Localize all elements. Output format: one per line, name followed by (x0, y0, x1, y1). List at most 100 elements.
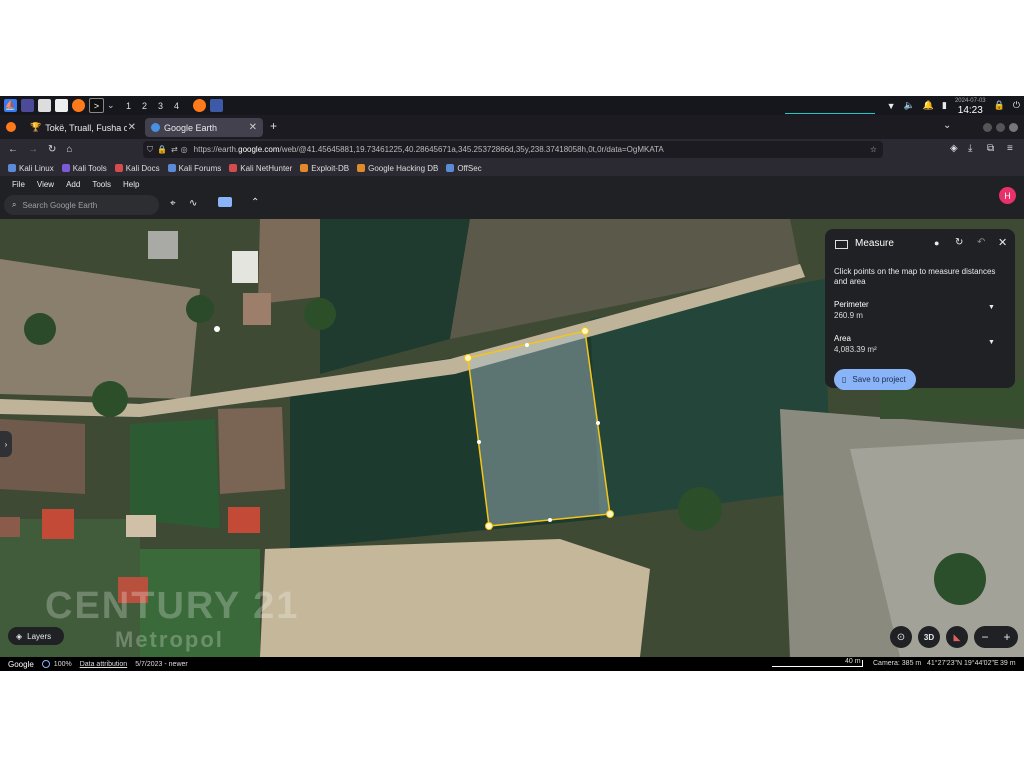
compass-icon: ◣ (953, 631, 961, 642)
firefox-view-icon[interactable] (6, 122, 16, 132)
perimeter-value: 260.9 m (834, 311, 863, 320)
kali-icon (8, 164, 16, 172)
home-icon[interactable]: ⌂ (66, 144, 72, 155)
volume-icon[interactable]: 🔈 (904, 100, 915, 111)
tab-listing[interactable]: 🏆 Tokë, Truall, Fusha dhe F ✕ (24, 118, 142, 137)
location-permission-icon[interactable]: ◎ (181, 145, 188, 154)
bookmark-kali-tools[interactable]: Kali Tools (61, 164, 107, 173)
close-tab-icon[interactable]: ✕ (128, 122, 136, 133)
bookmark-kali-docs[interactable]: Kali Docs (114, 164, 160, 173)
desktop-icon[interactable] (21, 99, 34, 112)
tab-google-earth[interactable]: Google Earth ✕ (145, 118, 263, 137)
new-tab-icon[interactable]: + (270, 119, 277, 133)
menu-file[interactable]: File (12, 180, 25, 189)
lock-icon[interactable]: 🔒 (994, 100, 1005, 111)
save-to-project-button[interactable]: ▯ Save to project (834, 369, 916, 390)
polygon-vertex[interactable] (606, 510, 614, 518)
lock-icon[interactable]: 🔒 (157, 145, 167, 154)
collapse-toolbar-icon[interactable]: ⌃ (251, 197, 259, 208)
zoom-in-icon[interactable]: + (1003, 630, 1010, 644)
clock[interactable]: 2024-07-03 14:23 (955, 97, 986, 116)
chevron-down-icon[interactable]: ⌄ (107, 100, 115, 111)
app-menu-bar: File View Add Tools Help (0, 176, 1024, 193)
extensions-icon[interactable]: ⧉ (987, 143, 994, 154)
file-manager-icon[interactable] (38, 99, 51, 112)
terminal-icon[interactable]: > (89, 98, 104, 113)
measure-tool-icon[interactable] (218, 197, 232, 207)
bookmark-label: Kali Forums (178, 163, 222, 173)
data-attribution-link[interactable]: Data attribution (80, 661, 127, 668)
polygon-vertex[interactable] (581, 327, 589, 335)
avatar[interactable]: H (999, 187, 1016, 204)
bookmark-offsec[interactable]: OffSec (446, 164, 482, 173)
maximize-window-icon[interactable] (996, 123, 1005, 132)
locate-button[interactable]: ⊙ (890, 626, 912, 648)
area-unit-dropdown-icon[interactable]: ▼ (988, 339, 995, 346)
shield-icon[interactable]: ⛉ (147, 145, 153, 155)
forward-icon[interactable]: → (28, 144, 38, 155)
wifi-icon[interactable]: ▼ (887, 101, 896, 111)
map-marker[interactable] (214, 326, 220, 332)
reset-icon[interactable]: ↻ (955, 237, 963, 248)
offsec-icon (446, 164, 455, 172)
workspace-1[interactable]: 1 (121, 101, 137, 111)
url-bar[interactable]: ⛉ 🔒 ⇄ ◎ https://earth.google.com/web/@41… (143, 141, 883, 158)
imagery-date: 5/7/2023 - newer (135, 660, 188, 668)
workspace-3[interactable]: 3 (153, 101, 169, 111)
view-3d-button[interactable]: 3D (918, 626, 940, 648)
polygon-midpoint[interactable] (525, 343, 529, 347)
bookmark-exploit-db[interactable]: Exploit-DB (300, 164, 349, 173)
workspace-4[interactable]: 4 (169, 101, 185, 111)
reload-icon[interactable]: ↻ (48, 144, 56, 155)
permissions-icon[interactable]: ⇄ (171, 145, 178, 154)
bookmark-icon: ▯ (842, 375, 847, 384)
kali-menu-icon[interactable]: ⛵ (4, 99, 17, 112)
polygon-vertex[interactable] (464, 354, 472, 362)
compass-button[interactable]: ◣ (946, 626, 968, 648)
satellite-map[interactable]: CENTURY 21 Metropol › Measure ● ↻ ↶ ✕ Cl… (0, 219, 1024, 657)
list-tabs-icon[interactable]: ⌄ (943, 120, 951, 131)
text-editor-icon[interactable] (55, 99, 68, 112)
polygon-vertex[interactable] (485, 522, 493, 530)
add-path-icon[interactable]: ∿ (189, 198, 197, 209)
menu-help[interactable]: Help (123, 180, 139, 189)
polygon-midpoint[interactable] (477, 440, 481, 444)
bookmark-star-icon[interactable]: ☆ (870, 145, 877, 154)
app-menu-icon[interactable]: ≡ (1007, 143, 1013, 154)
bookmark-kali-nethunter[interactable]: Kali NetHunter (229, 164, 292, 173)
menu-add[interactable]: Add (66, 180, 80, 189)
close-tab-icon[interactable]: ✕ (249, 122, 257, 133)
help-icon[interactable]: ● (934, 238, 939, 248)
workspace-2[interactable]: 2 (137, 101, 153, 111)
pocket-icon[interactable]: ◈ (950, 143, 958, 154)
layers-button[interactable]: ◈ Layers (8, 627, 64, 645)
back-icon[interactable]: ← (8, 144, 18, 155)
url-prefix: https://earth. (193, 145, 239, 154)
bookmark-google-hacking-db[interactable]: Google Hacking DB (357, 164, 438, 173)
add-placemark-icon[interactable]: ⌖ (170, 198, 176, 209)
menu-view[interactable]: View (37, 180, 54, 189)
minimize-window-icon[interactable] (983, 123, 992, 132)
firefox-icon[interactable] (72, 99, 85, 112)
browser-tab-bar: 🏆 Tokë, Truall, Fusha dhe F ✕ Google Ear… (0, 115, 1024, 139)
loading-icon (41, 660, 50, 668)
battery-icon[interactable]: ▮ (942, 100, 947, 111)
polygon-midpoint[interactable] (548, 518, 552, 522)
close-window-icon[interactable] (1009, 123, 1018, 132)
perimeter-unit-dropdown-icon[interactable]: ▼ (988, 304, 995, 311)
zoom-out-icon[interactable]: − (981, 630, 988, 644)
bookmark-kali-linux[interactable]: Kali Linux (8, 164, 54, 173)
close-icon[interactable]: ✕ (998, 236, 1007, 249)
polygon-midpoint[interactable] (596, 421, 600, 425)
bookmark-kali-forums[interactable]: Kali Forums (167, 163, 222, 173)
firefox-window-icon[interactable] (192, 99, 206, 112)
search-box[interactable]: ⌕ Search Google Earth (4, 195, 159, 215)
downloads-icon[interactable]: ⤓ (968, 143, 972, 154)
menu-tools[interactable]: Tools (92, 180, 111, 189)
undo-icon[interactable]: ↶ (977, 237, 985, 248)
window-icon[interactable] (209, 99, 223, 112)
power-icon[interactable]: ⏻ (1013, 100, 1020, 111)
notification-icon[interactable]: 🔔 (923, 100, 934, 111)
measure-title: Measure (855, 238, 894, 249)
expand-sidebar-button[interactable]: › (0, 431, 12, 457)
